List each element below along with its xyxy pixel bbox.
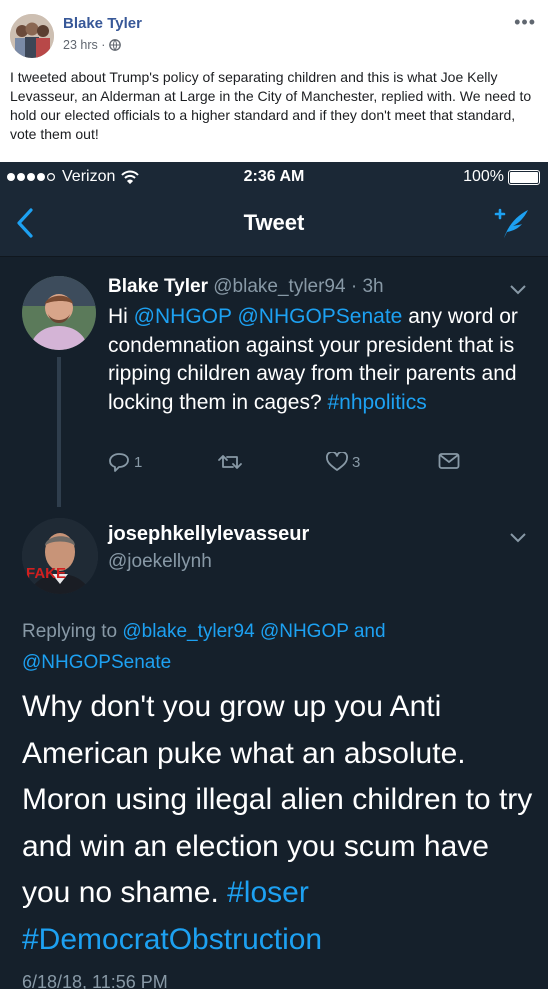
tweet-handle[interactable]: @joekellynh [108, 551, 212, 573]
chevron-down-icon[interactable] [510, 530, 526, 548]
compose-tweet-icon[interactable] [490, 206, 530, 247]
tweet-actions: 1 3 [108, 452, 468, 478]
post-meta: 23 hrs · [63, 38, 122, 52]
mention-link[interactable]: @NHGOP [134, 305, 232, 328]
tweet-author-name[interactable]: josephkellylevasseur [108, 523, 309, 546]
tweet-screenshot: Verizon 2:36 AM 100% Tweet Blake Tyler @… [0, 162, 548, 989]
post-time[interactable]: 23 hrs · [63, 38, 105, 52]
tweet-handle-time[interactable]: @blake_tyler94 · 3h [213, 276, 383, 297]
profile-photo-icon [10, 14, 54, 58]
message-button[interactable] [438, 452, 460, 470]
avatar[interactable]: FAKE [22, 518, 98, 594]
reply-button[interactable]: 1 [108, 452, 142, 472]
mention-link[interactable]: @NHGOPSenate [237, 305, 402, 328]
mention-link[interactable]: @NHGOPSenate [22, 652, 171, 673]
mention-link[interactable]: @blake_tyler94 [122, 621, 254, 642]
retweet-button[interactable] [217, 452, 243, 472]
globe-icon [109, 39, 122, 51]
tweet-date: 6/18/18, 11:56 PM [22, 972, 168, 989]
tweet-text: Hi @NHGOP @NHGOPSenate any word or conde… [108, 303, 538, 417]
tweet-author-name[interactable]: Blake Tyler [108, 276, 208, 297]
like-button[interactable]: 3 [326, 452, 360, 472]
facebook-post: Blake Tyler 23 hrs · ••• I tweeted about… [0, 0, 548, 162]
like-icon [326, 452, 348, 471]
mention-link[interactable]: @NHGOP [260, 621, 349, 642]
like-count: 3 [352, 453, 361, 471]
original-tweet[interactable]: Blake Tyler @blake_tyler94 · 3h Hi @NHGO… [0, 258, 548, 508]
hashtag-link[interactable]: #loser [227, 876, 309, 909]
post-author[interactable]: Blake Tyler [63, 15, 142, 32]
chevron-down-icon[interactable] [510, 282, 526, 300]
thread-line [57, 357, 61, 507]
page-title: Tweet [243, 210, 305, 235]
reply-icon [109, 453, 129, 472]
tweet-text: Why don't you grow up you Anti American … [22, 684, 537, 963]
profile-photo-icon: FAKE [22, 518, 98, 594]
avatar[interactable] [10, 14, 54, 58]
hashtag-link[interactable]: #DemocratObstruction [22, 923, 322, 956]
battery-fill [510, 171, 538, 183]
nav-bar: Tweet [0, 192, 548, 257]
profile-photo-icon [22, 276, 96, 350]
reply-tweet[interactable]: FAKE josephkellylevasseur @joekellynh Re… [0, 508, 548, 989]
status-bar: Verizon 2:36 AM 100% [0, 162, 548, 192]
battery-group: 100% [463, 168, 540, 186]
reply-count: 1 [134, 453, 143, 471]
replying-to: Replying to @blake_tyler94 @NHGOP and @N… [22, 616, 522, 678]
tweet-text-intro: Hi [108, 305, 134, 328]
tweet-header: Blake Tyler @blake_tyler94 · 3h [108, 276, 384, 298]
retweet-icon [218, 455, 242, 469]
more-options-icon[interactable]: ••• [514, 12, 536, 33]
replying-and: and [348, 621, 386, 642]
battery-percent: 100% [463, 168, 504, 185]
fake-stamp-text: FAKE [26, 565, 66, 582]
replying-prefix: Replying to [22, 621, 123, 642]
hashtag-link[interactable]: #nhpolitics [327, 391, 426, 414]
battery-icon [508, 169, 540, 185]
post-text: I tweeted about Trump's policy of separa… [10, 69, 532, 142]
message-icon [438, 453, 460, 469]
avatar[interactable] [22, 276, 96, 350]
